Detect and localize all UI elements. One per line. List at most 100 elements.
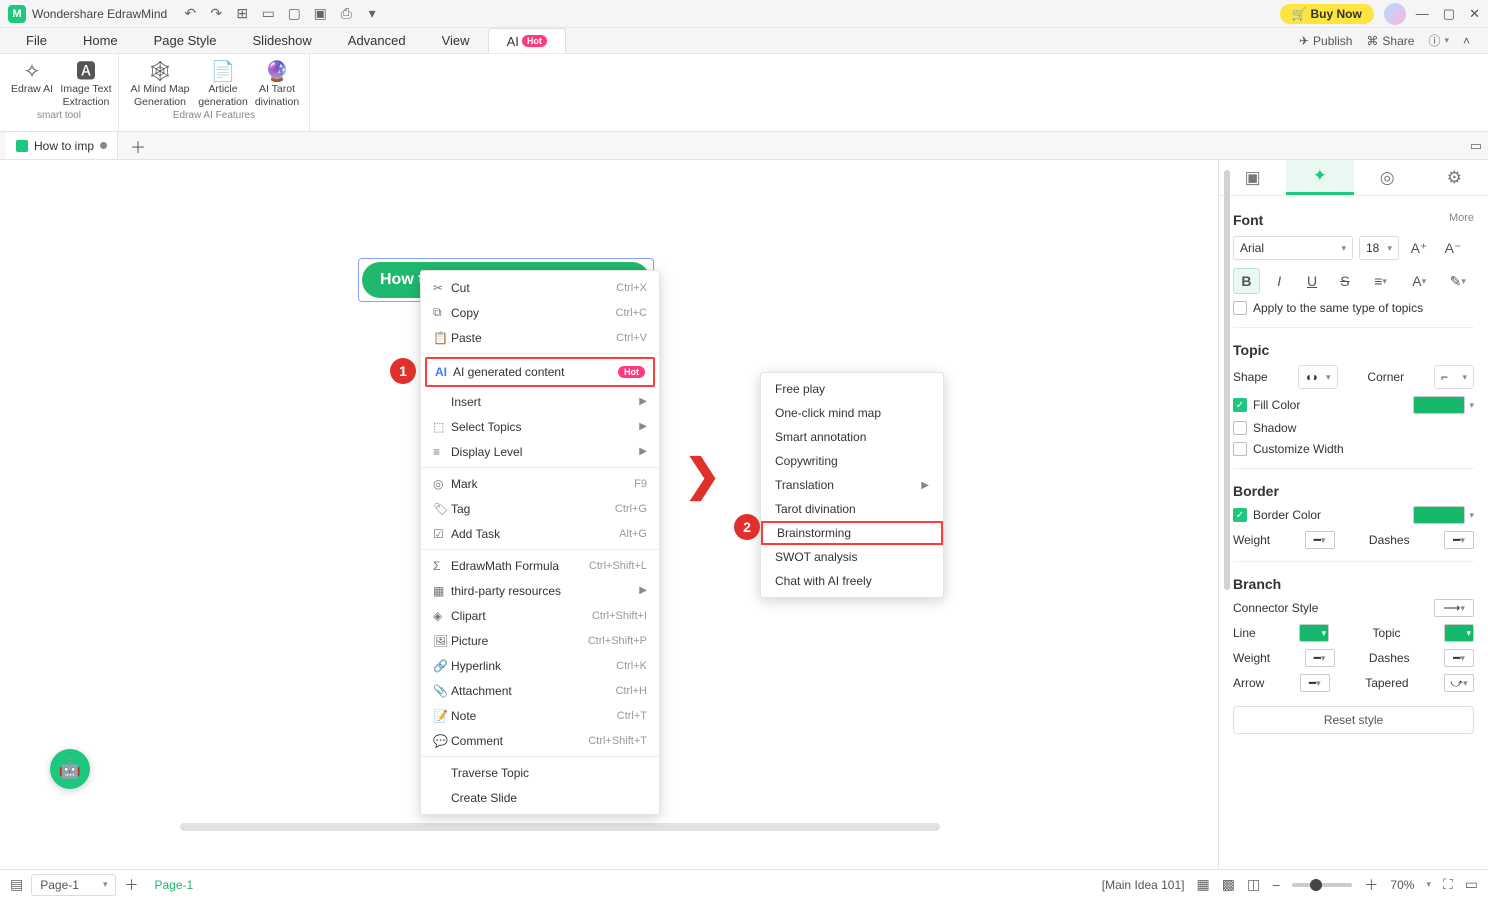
sub-copywriting[interactable]: Copywriting — [761, 449, 943, 473]
panel-tab-mark[interactable]: ◎ — [1354, 160, 1421, 195]
document-tab[interactable]: How to imp — [6, 132, 118, 159]
add-page-button[interactable]: ＋ — [124, 875, 138, 895]
ctx-traverse[interactable]: Traverse Topic — [421, 760, 659, 785]
menu-page-style[interactable]: Page Style — [136, 28, 235, 53]
font-increase-button[interactable]: A⁺ — [1405, 235, 1433, 261]
branch-dashes-select[interactable]: ━ ▾ — [1444, 649, 1474, 667]
ctx-third-party[interactable]: ▦third-party resources▶ — [421, 578, 659, 603]
fill-color-swatch[interactable] — [1413, 396, 1465, 414]
ctx-clipart[interactable]: ◈ClipartCtrl+Shift+I — [421, 603, 659, 628]
help-button[interactable]: ⓘ▾ — [1428, 32, 1449, 49]
close-icon[interactable]: ✕ — [1469, 6, 1480, 22]
image-text-extraction-button[interactable]: 🅰 Image Text Extraction — [60, 58, 112, 108]
panel-toggle-icon[interactable]: ▭ — [1470, 138, 1488, 154]
ctx-attachment[interactable]: 📎AttachmentCtrl+H — [421, 678, 659, 703]
zoom-in-button[interactable]: ＋ — [1364, 875, 1378, 895]
page-select[interactable]: Page-1▾ — [31, 874, 116, 896]
shadow-checkbox[interactable] — [1233, 421, 1247, 435]
menu-home[interactable]: Home — [65, 28, 136, 53]
edraw-ai-button[interactable]: ✧ Edraw AI — [6, 58, 58, 108]
share-button[interactable]: ⌘Share — [1366, 34, 1414, 48]
new-icon[interactable]: ⊞ — [233, 5, 251, 23]
italic-button[interactable]: I — [1266, 268, 1293, 294]
redo-icon[interactable]: ↷ — [207, 5, 225, 23]
fill-color-checkbox[interactable]: ✓ — [1233, 398, 1247, 412]
ctx-note[interactable]: 📝NoteCtrl+T — [421, 703, 659, 728]
outline-icon[interactable]: ▤ — [10, 876, 23, 893]
apply-same-checkbox[interactable] — [1233, 301, 1247, 315]
new-tab-button[interactable]: ＋ — [118, 134, 158, 158]
zoom-out-button[interactable]: − — [1272, 877, 1280, 893]
topic-color-select[interactable]: ▾ — [1444, 624, 1474, 642]
collapse-ribbon-icon[interactable]: ˄ — [1463, 34, 1470, 48]
ctx-display-level[interactable]: ≡Display Level▶ — [421, 439, 659, 464]
zoom-slider[interactable] — [1292, 883, 1352, 887]
panel-tab-style[interactable]: ✦ — [1286, 160, 1353, 195]
corner-select[interactable]: ⌐▾ — [1434, 365, 1474, 389]
panel-tab-settings[interactable]: ⚙ — [1421, 160, 1488, 195]
ctx-paste[interactable]: 📋PasteCtrl+V — [421, 325, 659, 350]
sub-tarot-divination[interactable]: Tarot divination — [761, 497, 943, 521]
ctx-formula[interactable]: ΣEdrawMath FormulaCtrl+Shift+L — [421, 553, 659, 578]
fit-icon[interactable]: ▭ — [1465, 876, 1478, 893]
view-mode-1-icon[interactable]: ▦ — [1197, 876, 1210, 893]
ctx-cut[interactable]: ✂CutCtrl+X — [421, 275, 659, 300]
ctx-tag[interactable]: 🏷TagCtrl+G — [421, 496, 659, 521]
menu-advanced[interactable]: Advanced — [330, 28, 424, 53]
ctx-copy[interactable]: ⧉CopyCtrl+C — [421, 300, 659, 325]
font-size-select[interactable]: 18▾ — [1359, 236, 1399, 260]
border-weight-select[interactable]: ━ ▾ — [1305, 531, 1335, 549]
minimize-icon[interactable]: ― — [1416, 6, 1429, 22]
zoom-thumb[interactable] — [1310, 879, 1322, 891]
print-icon[interactable]: ⎙ — [337, 5, 355, 23]
user-avatar[interactable] — [1384, 3, 1406, 25]
custom-width-checkbox[interactable] — [1233, 442, 1247, 456]
undo-icon[interactable]: ↶ — [181, 5, 199, 23]
view-mode-3-icon[interactable]: ◫ — [1247, 876, 1260, 893]
ctx-ai-generated-content[interactable]: AI AI generated content Hot — [425, 357, 655, 387]
view-mode-2-icon[interactable]: ▩ — [1222, 876, 1235, 893]
maximize-icon[interactable]: ▢ — [1443, 6, 1455, 22]
buy-now-button[interactable]: 🛒 Buy Now — [1280, 4, 1374, 24]
line-color-select[interactable]: ▾ — [1299, 624, 1329, 642]
sub-free-play[interactable]: Free play — [761, 377, 943, 401]
ctx-picture[interactable]: 🖼PictureCtrl+Shift+P — [421, 628, 659, 653]
publish-button[interactable]: ✈Publish — [1299, 34, 1352, 48]
underline-button[interactable]: U — [1299, 268, 1326, 294]
border-dashes-select[interactable]: ━ ▾ — [1444, 531, 1474, 549]
menu-slideshow[interactable]: Slideshow — [235, 28, 330, 53]
sub-translation[interactable]: Translation▶ — [761, 473, 943, 497]
fullscreen-icon[interactable]: ⛶ — [1443, 876, 1453, 893]
sub-smart-annotation[interactable]: Smart annotation — [761, 425, 943, 449]
font-color-button[interactable]: A▾ — [1403, 268, 1436, 294]
article-gen-button[interactable]: 📄 Article generation — [197, 58, 249, 108]
ai-mindmap-gen-button[interactable]: 🕸 AI Mind Map Generation — [125, 58, 195, 108]
arrow-select[interactable]: ━ ▾ — [1300, 674, 1330, 692]
ctx-mark[interactable]: ◎MarkF9 — [421, 471, 659, 496]
sub-chat-ai[interactable]: Chat with AI freely — [761, 569, 943, 593]
ctx-create-slide[interactable]: Create Slide — [421, 785, 659, 810]
highlight-button[interactable]: ✎▾ — [1441, 268, 1474, 294]
horizontal-scrollbar[interactable] — [180, 823, 940, 831]
panel-scrollbar[interactable] — [1224, 170, 1230, 590]
ai-tarot-button[interactable]: 🔮 AI Tarot divination — [251, 58, 303, 108]
connector-select[interactable]: ⟶ ▾ — [1434, 599, 1474, 617]
strikethrough-button[interactable]: S — [1331, 268, 1358, 294]
ctx-select-topics[interactable]: ⬚Select Topics▶ — [421, 414, 659, 439]
bold-button[interactable]: B — [1233, 268, 1260, 294]
align-button[interactable]: ≡▾ — [1364, 268, 1397, 294]
ctx-add-task[interactable]: ☑Add TaskAlt+G — [421, 521, 659, 546]
page-tab[interactable]: Page-1 — [154, 878, 193, 892]
branch-weight-select[interactable]: ━ ▾ — [1305, 649, 1335, 667]
shape-select[interactable]: ◖◗▾ — [1298, 365, 1338, 389]
ctx-comment[interactable]: 💬CommentCtrl+Shift+T — [421, 728, 659, 753]
menu-file[interactable]: File — [8, 28, 65, 53]
qat-more-icon[interactable]: ▾ — [363, 5, 381, 23]
font-decrease-button[interactable]: A⁻ — [1439, 235, 1467, 261]
save-all-icon[interactable]: ▣ — [311, 5, 329, 23]
menu-ai[interactable]: AI Hot — [488, 28, 566, 53]
ctx-hyperlink[interactable]: 🔗HyperlinkCtrl+K — [421, 653, 659, 678]
sub-brainstorming[interactable]: Brainstorming — [761, 521, 943, 545]
menu-view[interactable]: View — [424, 28, 488, 53]
border-color-swatch[interactable] — [1413, 506, 1465, 524]
